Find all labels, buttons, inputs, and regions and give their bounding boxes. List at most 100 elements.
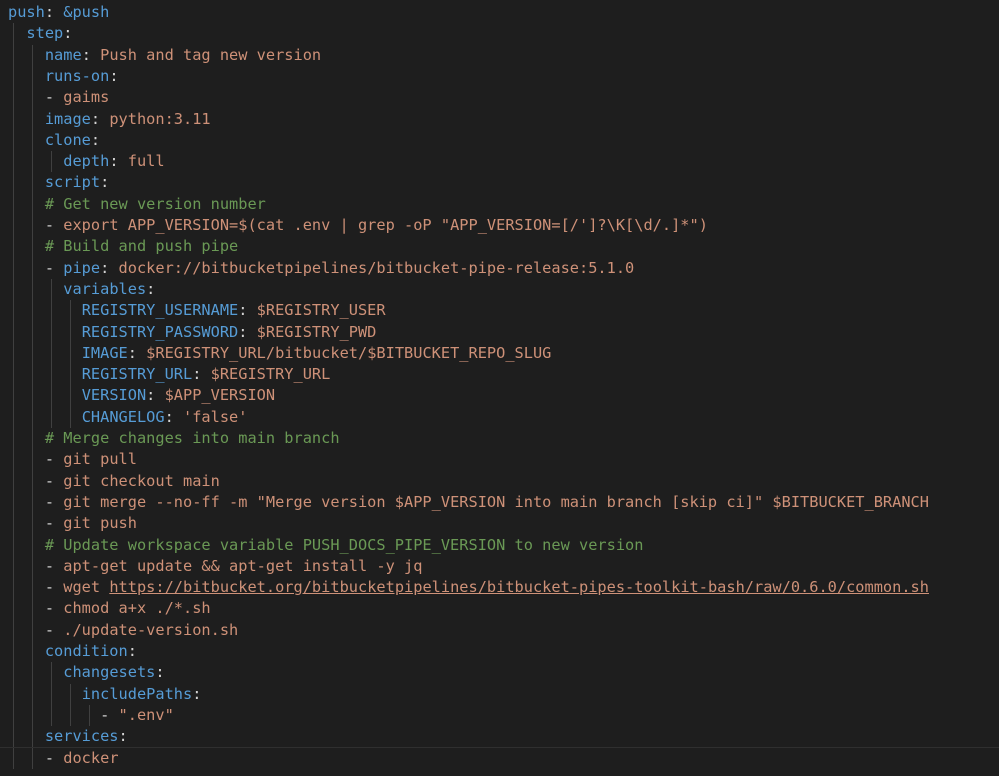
code-line[interactable]: # Build and push pipe bbox=[8, 236, 238, 257]
code-line[interactable]: - chmod a+x ./*.sh bbox=[8, 598, 211, 619]
code-line[interactable]: runs-on: bbox=[8, 66, 119, 87]
code-line[interactable]: push: &push bbox=[8, 2, 109, 23]
code-line[interactable]: REGISTRY_PASSWORD: $REGISTRY_PWD bbox=[8, 322, 377, 343]
yaml-value: git pull bbox=[63, 450, 137, 469]
code-line[interactable]: variables: bbox=[8, 279, 155, 300]
code-token: - bbox=[44, 514, 64, 533]
yaml-comment: # Merge changes into main branch bbox=[44, 429, 340, 447]
yaml-value: wget bbox=[63, 578, 110, 597]
yaml-value: $REGISTRY_PWD bbox=[256, 322, 377, 341]
code-line[interactable]: - gaims bbox=[8, 87, 109, 108]
code-token: : bbox=[238, 322, 257, 341]
yaml-key: includePaths bbox=[81, 684, 193, 703]
code-line[interactable]: CHANGELOG: 'false' bbox=[8, 407, 248, 428]
yaml-key: REGISTRY_PASSWORD bbox=[81, 322, 239, 341]
code-editor[interactable]: push: &push step: name: Push and tag new… bbox=[0, 0, 999, 776]
yaml-value: apt-get update && apt-get install -y jq bbox=[63, 556, 423, 575]
code-line[interactable]: clone: bbox=[8, 130, 100, 151]
yaml-key: push bbox=[8, 3, 45, 21]
code-token: : bbox=[90, 109, 110, 128]
yaml-key: VERSION bbox=[81, 386, 147, 405]
code-token: : bbox=[146, 386, 165, 405]
yaml-key: services bbox=[44, 727, 119, 746]
yaml-key: REGISTRY_URL bbox=[81, 365, 193, 384]
code-line[interactable]: IMAGE: $REGISTRY_URL/bitbucket/$BITBUCKE… bbox=[8, 343, 552, 364]
code-token: : bbox=[118, 727, 128, 746]
yaml-key: script bbox=[44, 173, 101, 192]
code-token: : bbox=[127, 642, 137, 660]
yaml-key: runs-on bbox=[44, 66, 110, 85]
yaml-comment: # Build and push pipe bbox=[44, 237, 239, 256]
code-token: - bbox=[44, 599, 64, 618]
code-line[interactable]: - git merge --no-ff -m "Merge version $A… bbox=[8, 492, 929, 513]
code-line[interactable]: - git pull bbox=[8, 449, 137, 470]
code-line[interactable]: - ./update-version.sh bbox=[8, 620, 238, 641]
code-token: : bbox=[63, 24, 73, 43]
code-token: - bbox=[44, 216, 64, 234]
code-line[interactable]: services: bbox=[8, 726, 128, 747]
code-line[interactable]: includePaths: bbox=[8, 684, 202, 705]
code-token: : bbox=[109, 152, 128, 171]
code-line[interactable]: - export APP_VERSION=$(cat .env | grep -… bbox=[8, 215, 708, 236]
code-line[interactable]: - apt-get update && apt-get install -y j… bbox=[8, 556, 423, 577]
code-token: : bbox=[164, 407, 183, 426]
yaml-value: git merge --no-ff -m "Merge version $APP… bbox=[63, 492, 929, 511]
code-line[interactable]: script: bbox=[8, 172, 109, 193]
code-line[interactable]: image: python:3.11 bbox=[8, 109, 211, 130]
code-line[interactable]: - git push bbox=[8, 513, 137, 534]
yaml-key: IMAGE bbox=[81, 343, 128, 362]
code-token: : bbox=[192, 684, 202, 703]
code-line[interactable]: changesets: bbox=[8, 662, 164, 683]
code-token: : bbox=[146, 279, 156, 298]
code-line[interactable]: condition: bbox=[8, 641, 137, 662]
code-line[interactable]: REGISTRY_USERNAME: $REGISTRY_USER bbox=[8, 300, 386, 321]
code-line[interactable]: depth: full bbox=[8, 151, 165, 172]
code-token: - bbox=[100, 705, 119, 724]
code-line[interactable]: - pipe: docker://bitbucketpipelines/bitb… bbox=[8, 258, 634, 279]
code-line[interactable]: - ".env" bbox=[8, 705, 174, 726]
code-line[interactable]: - docker bbox=[8, 748, 119, 769]
yaml-value: $REGISTRY_URL bbox=[210, 365, 331, 384]
yaml-value: full bbox=[127, 152, 165, 171]
code-line[interactable]: VERSION: $APP_VERSION bbox=[8, 385, 275, 406]
code-token: - bbox=[44, 88, 64, 107]
code-line[interactable]: # Update workspace variable PUSH_DOCS_PI… bbox=[8, 535, 644, 556]
yaml-value: ./update-version.sh bbox=[63, 620, 239, 639]
code-line[interactable]: - wget https://bitbucket.org/bitbucketpi… bbox=[8, 577, 929, 598]
yaml-key: condition bbox=[44, 642, 128, 660]
code-line[interactable]: - git checkout main bbox=[8, 471, 220, 492]
yaml-value: git checkout main bbox=[63, 471, 220, 490]
yaml-value: python:3.11 bbox=[109, 109, 211, 128]
yaml-value: docker bbox=[63, 748, 119, 767]
code-token: : bbox=[100, 173, 110, 192]
code-token: : bbox=[90, 130, 101, 149]
code-line[interactable]: step: bbox=[8, 23, 72, 44]
code-token: : bbox=[100, 258, 119, 277]
code-line[interactable]: # Get new version number bbox=[8, 194, 266, 215]
code-line[interactable]: # Merge changes into main branch bbox=[8, 428, 340, 449]
code-line[interactable]: name: Push and tag new version bbox=[8, 45, 321, 66]
code-line[interactable]: REGISTRY_URL: $REGISTRY_URL bbox=[8, 364, 331, 385]
yaml-key: name bbox=[44, 45, 82, 64]
